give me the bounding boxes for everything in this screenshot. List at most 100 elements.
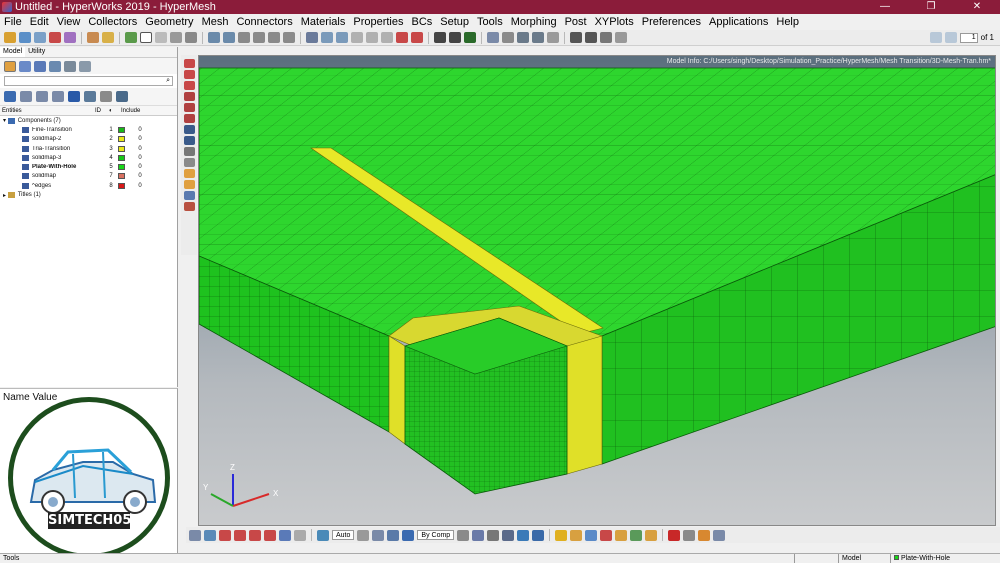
component-row[interactable]: solidmap-2 2 0	[0, 135, 177, 144]
line-icon[interactable]	[487, 529, 500, 541]
material-icon[interactable]	[600, 529, 613, 541]
menu-view[interactable]: View	[53, 16, 85, 28]
zoom-window-icon[interactable]	[189, 529, 201, 541]
user-icon[interactable]	[87, 32, 99, 43]
menu-help[interactable]: Help	[772, 16, 803, 28]
view-cube-icon[interactable]	[279, 529, 291, 541]
browser-search-input[interactable]: ⌕	[4, 76, 173, 86]
mesh-style-icon[interactable]	[387, 529, 400, 541]
tag-icon[interactable]	[698, 529, 711, 541]
find-icon[interactable]	[183, 81, 195, 90]
box-select-icon[interactable]	[140, 32, 152, 43]
solid-icon[interactable]	[517, 529, 530, 541]
settings-icon[interactable]	[79, 60, 91, 72]
component-color-swatch[interactable]	[118, 164, 125, 171]
maximize-button[interactable]: ❐	[908, 0, 954, 14]
menu-morphing[interactable]: Morphing	[507, 16, 561, 28]
save-icon[interactable]	[19, 32, 31, 43]
view-xy-icon[interactable]	[219, 529, 231, 541]
rotate-icon[interactable]	[253, 32, 265, 43]
delete-icon[interactable]	[668, 529, 681, 541]
component-color-swatch[interactable]	[118, 182, 125, 189]
prev-page-icon[interactable]	[929, 32, 942, 43]
tab-model[interactable]: Model	[0, 47, 26, 57]
system-icon[interactable]	[645, 529, 658, 541]
unmask-icon[interactable]	[183, 70, 195, 79]
perspective-icon[interactable]	[294, 529, 306, 541]
menu-bcs[interactable]: BCs	[408, 16, 437, 28]
next-page-icon[interactable]	[944, 32, 957, 43]
open-icon[interactable]	[4, 32, 16, 43]
wrench-icon[interactable]	[502, 32, 514, 43]
numbers-icon[interactable]	[183, 147, 195, 156]
menu-edit[interactable]: Edit	[26, 16, 53, 28]
component-row[interactable]: Fine-Transition 1 0	[0, 125, 177, 134]
grid-icon[interactable]	[487, 32, 499, 43]
feature-icon[interactable]	[457, 529, 470, 541]
load-icon[interactable]	[630, 529, 643, 541]
component-row[interactable]: ^edges 8 0	[0, 181, 177, 190]
menu-file[interactable]: File	[0, 16, 26, 28]
menu-xyplots[interactable]: XYPlots	[591, 16, 638, 28]
measure-icon[interactable]	[183, 158, 195, 167]
copy-icon[interactable]	[155, 32, 167, 43]
tab-utility[interactable]: Utility	[25, 47, 48, 57]
plus-icon[interactable]	[585, 32, 597, 43]
page-input[interactable]: 1	[959, 32, 978, 43]
component-color-swatch[interactable]	[118, 154, 125, 161]
list-icon[interactable]	[64, 60, 76, 72]
arrow-right-icon[interactable]	[532, 32, 544, 43]
model-view-icon[interactable]	[4, 60, 16, 72]
section-icon[interactable]	[183, 202, 195, 211]
menu-tools[interactable]: Tools	[473, 16, 507, 28]
graphics-viewport[interactable]: Z X Y Model Info: C:/Users/singh/Desktop…	[198, 55, 996, 526]
collapse-icon[interactable]	[36, 91, 48, 102]
by-comp-dropdown[interactable]: By Comp	[417, 530, 455, 540]
star-icon[interactable]	[555, 529, 568, 541]
component-color-swatch[interactable]	[118, 145, 125, 152]
view-icon[interactable]	[306, 32, 318, 43]
menu-mesh[interactable]: Mesh	[198, 16, 233, 28]
cursor-icon[interactable]	[84, 91, 96, 102]
gear-icon[interactable]	[683, 529, 696, 541]
fit-icon[interactable]	[268, 32, 280, 43]
component-row[interactable]: solidmap-3 4 0	[0, 153, 177, 162]
brush-icon[interactable]	[336, 32, 348, 43]
label-node-icon[interactable]	[183, 180, 195, 189]
menu-applications[interactable]: Applications	[705, 16, 772, 28]
component-icon[interactable]	[570, 529, 583, 541]
display-icon[interactable]	[4, 91, 16, 102]
render-icon[interactable]	[372, 529, 385, 541]
menu-properties[interactable]: Properties	[349, 16, 407, 28]
show-icon[interactable]	[68, 91, 80, 102]
menu-geometry[interactable]: Geometry	[141, 16, 197, 28]
reverse-icon[interactable]	[183, 92, 195, 101]
cube-icon[interactable]	[351, 32, 363, 43]
search-icon[interactable]: ⌕	[166, 77, 170, 85]
component-color-swatch[interactable]	[118, 173, 125, 180]
mesh-model[interactable]: Z X Y	[199, 56, 996, 526]
expand-icon[interactable]	[20, 91, 32, 102]
include-column-header[interactable]: Include	[121, 108, 140, 114]
component-color-swatch[interactable]	[118, 136, 125, 143]
pan-icon[interactable]	[238, 32, 250, 43]
surface-icon[interactable]	[502, 529, 515, 541]
mask-icon[interactable]	[183, 59, 195, 68]
tree-row-titles[interactable]: ▸ Titles (1)	[0, 190, 177, 199]
eye-icon[interactable]	[116, 91, 128, 102]
component-row[interactable]: Plate-With-Hole 5 0	[0, 162, 177, 171]
element-icon[interactable]	[472, 529, 485, 541]
minimize-button[interactable]: —	[862, 0, 908, 14]
component-row[interactable]: solidmap 7 0	[0, 172, 177, 181]
model-icon[interactable]	[464, 32, 476, 43]
select-icon[interactable]	[125, 32, 137, 43]
screen-icon[interactable]	[532, 529, 545, 541]
id-column-header[interactable]: ID	[95, 108, 109, 114]
menu-post[interactable]: Post	[561, 16, 591, 28]
pencil-icon[interactable]	[321, 32, 333, 43]
export-icon[interactable]	[49, 32, 61, 43]
history-icon[interactable]	[615, 32, 627, 43]
view-yz-icon[interactable]	[249, 529, 261, 541]
import-icon[interactable]	[34, 32, 46, 43]
assembly-icon[interactable]	[585, 529, 598, 541]
